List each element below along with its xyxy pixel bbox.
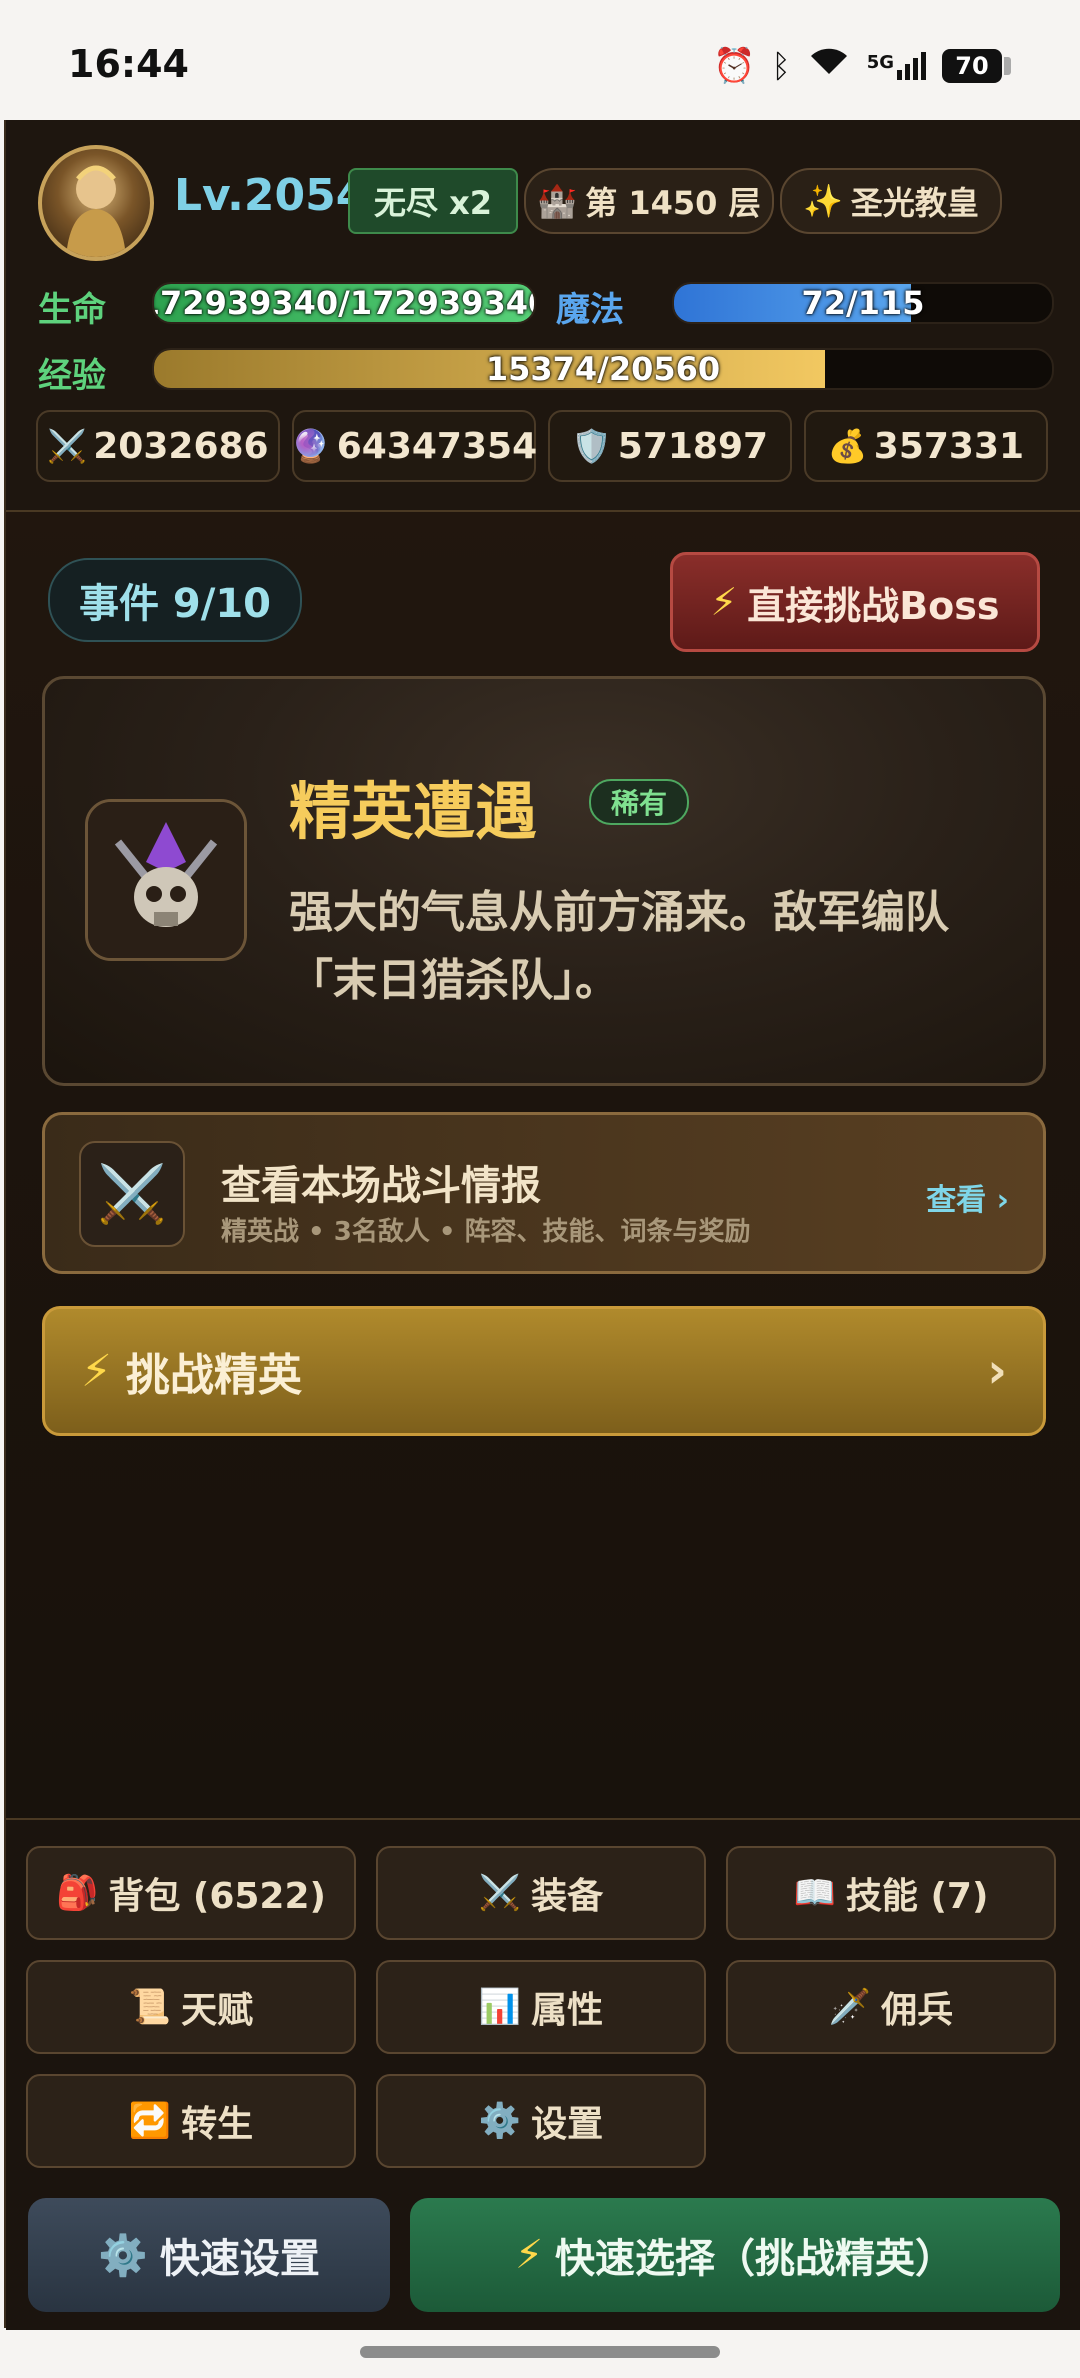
crossed-swords-icon: ⚔️ [47,427,88,465]
repeat-icon: 🔁 [128,2101,172,2141]
lightning-icon: ⚡ [514,2232,544,2278]
mercenary-label: 佣兵 [881,1990,954,2031]
quick-settings-button[interactable]: ⚙️ 快速设置 [28,2198,390,2312]
book-icon: 📖 [793,1873,836,1913]
rebirth-label: 转生 [181,2104,254,2145]
title-label: 圣光教皇 [850,184,979,222]
chevron-right-icon: › [987,1343,1007,1399]
magic-stat: 🔮 64347354 [290,410,538,482]
intel-title: 查看本场战斗情报 [221,1163,541,1209]
challenge-elite-button[interactable]: ⚡ 挑战精英 › [42,1306,1046,1436]
status-time: 16:44 [68,42,189,86]
quick-pick-button[interactable]: ⚡ 快速选择（挑战精英） [410,2198,1060,2312]
crossed-swords-icon: ⚔️ [79,1141,185,1247]
intel-view-link[interactable]: 查看 › [926,1175,1009,1219]
crystal-ball-icon: 🔮 [290,427,331,465]
game-screen: Lv.2054 无尽 x2 🏰 第 1450 层 ✨ 圣光教皇 生命 17293… [4,120,1080,2330]
skills-button[interactable]: 📖 技能 (7) [726,1846,1056,1940]
hp-text: 172939340/172939340 [152,284,536,322]
sparkles-icon: ✨ [803,182,843,220]
encounter-card: 精英遭遇 稀有 强大的气息从前方涌来。敌军编队「末日猎杀队」。 [42,676,1046,1086]
scroll-icon: 📜 [128,1987,172,2027]
talent-button[interactable]: 📜 天赋 [26,1960,356,2054]
challenge-boss-button[interactable]: ⚡ 直接挑战Boss [670,552,1040,652]
cellular-signal-icon: 5G [866,51,926,80]
encounter-description: 强大的气息从前方涌来。敌军编队「末日猎杀队」。 [289,887,949,1006]
endless-mode-badge: 无尽 x2 [348,168,518,234]
lightning-icon: ⚡ [81,1345,112,1397]
gold-value: 357331 [873,425,1025,467]
equipment-label: 装备 [531,1876,604,1917]
talent-label: 天赋 [181,1990,254,2031]
battery-icon: 70 [942,48,1011,83]
equipment-button[interactable]: ⚔️ 装备 [376,1846,706,1940]
bluetooth-icon: ᛒ [771,46,791,85]
exp-label: 经验 [38,356,106,396]
title-badge: ✨ 圣光教皇 [780,168,1002,234]
castle-icon: 🏰 [537,182,578,220]
network-type: 5G [866,51,894,73]
gold-stat: 💰 357331 [804,410,1048,482]
attributes-label: 属性 [531,1990,604,2031]
rebirth-button[interactable]: 🔁 转生 [26,2074,356,2168]
quick-pick-label: 快速选择（挑战精英） [555,2236,956,2282]
magic-value: 64347354 [336,425,538,467]
hp-bar: 172939340/172939340 [152,282,536,324]
gear-icon: ⚙️ [478,2101,522,2141]
backpack-icon: 🎒 [56,1873,99,1913]
mp-text: 72/115 [801,284,925,322]
battle-intel-card[interactable]: ⚔️ 查看本场战斗情报 精英战 • 3名敌人 • 阵容、技能、词条与奖励 查看 … [42,1112,1046,1274]
skills-label: 技能 (7) [845,1876,989,1917]
lightning-icon: ⚡ [710,580,738,624]
player-level: Lv.2054 [174,170,367,221]
money-bag-icon: 💰 [827,427,868,465]
defense-stat: 🛡️ 571897 [548,410,792,482]
elite-skull-icon [85,799,247,961]
wifi-icon [807,44,851,87]
settings-label: 设置 [531,2104,604,2145]
bag-label: 背包 (6522) [108,1876,326,1917]
challenge-elite-label: 挑战精英 [125,1350,302,1401]
system-nav-bar [0,2330,1080,2378]
bag-button[interactable]: 🎒 背包 (6522) [26,1846,356,1940]
mp-bar: 72/115 [672,282,1054,324]
exp-bar: 15374/20560 [152,348,1054,390]
player-header: Lv.2054 无尽 x2 🏰 第 1450 层 ✨ 圣光教皇 生命 17293… [6,120,1080,512]
event-counter: 事件 9/10 [48,558,302,642]
attack-stat: ⚔️ 2032686 [36,410,280,482]
alarm-icon: ⏰ [713,45,756,86]
mercenary-button[interactable]: 🗡️ 佣兵 [726,1960,1056,2054]
encounter-title: 精英遭遇 [289,775,538,848]
rarity-badge: 稀有 [589,779,690,825]
attack-value: 2032686 [93,425,269,467]
bar-chart-icon: 📊 [478,1987,522,2027]
gear-icon: ⚙️ [98,2232,148,2279]
player-avatar[interactable] [38,145,154,261]
floor-badge: 🏰 第 1450 层 [524,168,774,234]
status-icons: ⏰ ᛒ 5G 70 [713,44,1011,87]
home-gesture-handle[interactable] [360,2346,720,2358]
challenge-boss-label: 直接挑战Boss [747,583,1000,628]
attributes-button[interactable]: 📊 属性 [376,1960,706,2054]
hp-label: 生命 [38,290,106,330]
dagger-icon: 🗡️ [828,1987,872,2027]
shield-icon: 🛡️ [571,427,612,465]
status-bar: 16:44 ⏰ ᛒ 5G 70 [0,0,1080,118]
crossed-swords-icon: ⚔️ [478,1873,522,1913]
defense-value: 571897 [617,425,769,467]
exp-text: 15374/20560 [485,350,721,388]
settings-button[interactable]: ⚙️ 设置 [376,2074,706,2168]
floor-label: 第 1450 层 [585,184,761,222]
mp-label: 魔法 [556,290,624,330]
intel-subtitle: 精英战 • 3名敌人 • 阵容、技能、词条与奖励 [221,1217,751,1247]
quick-settings-label: 快速设置 [159,2236,320,2282]
